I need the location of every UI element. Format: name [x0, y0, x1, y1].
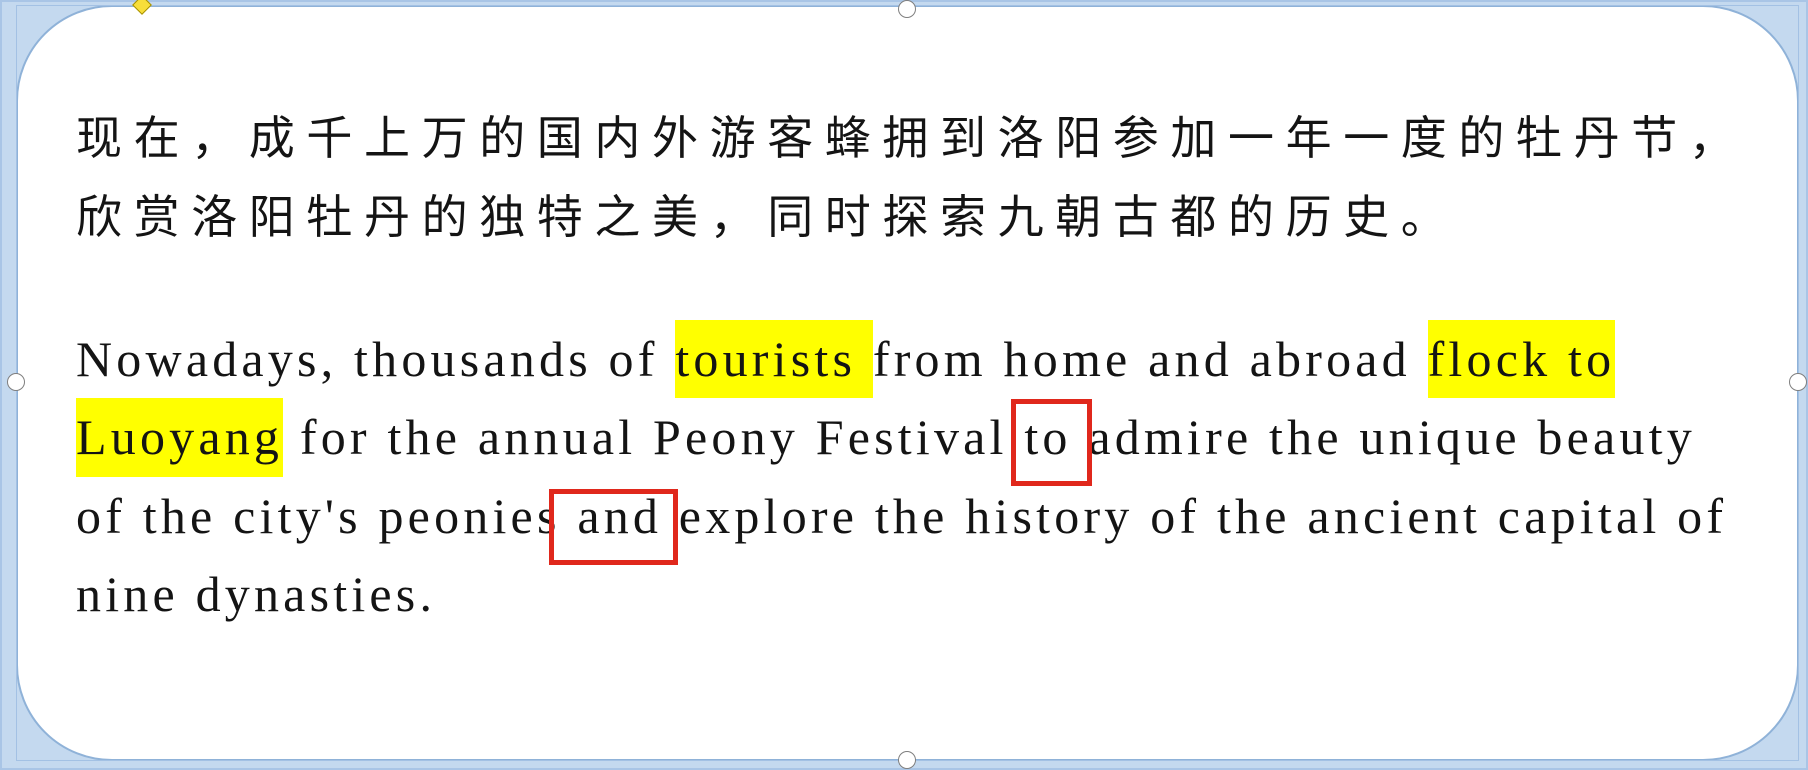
resize-handle-left-icon[interactable] — [7, 373, 25, 391]
english-line-4: nine dynasties. — [76, 555, 1727, 634]
boxed-word-to: to — [1011, 398, 1092, 486]
english-line-3: of the city's peonies and explore the hi… — [76, 477, 1728, 565]
resize-handle-bottom-icon[interactable] — [898, 751, 916, 769]
text-run: of the city's peonies — [76, 487, 578, 544]
text-run: for the annual Peony Festival — [283, 409, 1025, 465]
resize-handle-right-icon[interactable] — [1789, 373, 1807, 391]
text-run: explore the history of the ancient capit… — [662, 487, 1728, 544]
boxed-word-and: and — [549, 477, 679, 565]
chinese-line-1: 现在，成千上万的国内外游客蜂拥到洛阳参加一年一度的牡丹节， — [76, 111, 1747, 165]
chinese-line-2: 欣赏洛阳牡丹的独特之美，同时探索九朝古都的历史。 — [76, 189, 1459, 244]
resize-handle-top-icon[interactable] — [898, 0, 916, 18]
text-run: from home and abroad — [872, 330, 1428, 387]
text-run: admire the unique beauty — [1071, 409, 1696, 465]
rounded-rectangle-shape[interactable]: 现在，成千上万的国内外游客蜂拥到洛阳参加一年一度的牡丹节， 欣赏洛阳牡丹的独特之… — [16, 5, 1799, 761]
text-run: Nowadays, thousands of — [76, 330, 676, 387]
highlighted-phrase-flock-to: flock to — [1427, 319, 1616, 398]
text-run: nine dynasties. — [76, 566, 437, 622]
chinese-paragraph[interactable]: 现在，成千上万的国内外游客蜂拥到洛阳参加一年一度的牡丹节， 欣赏洛阳牡丹的独特之… — [76, 99, 1746, 256]
highlighted-word-luoyang: Luoyang — [76, 398, 284, 477]
english-paragraph[interactable]: Nowadays, thousands of tourists from hom… — [76, 319, 1728, 634]
english-line-2: Luoyang for the annual Peony Festival to… — [76, 398, 1727, 486]
highlighted-word-tourists: tourists — [675, 319, 873, 398]
english-line-1: Nowadays, thousands of tourists from hom… — [76, 319, 1727, 398]
